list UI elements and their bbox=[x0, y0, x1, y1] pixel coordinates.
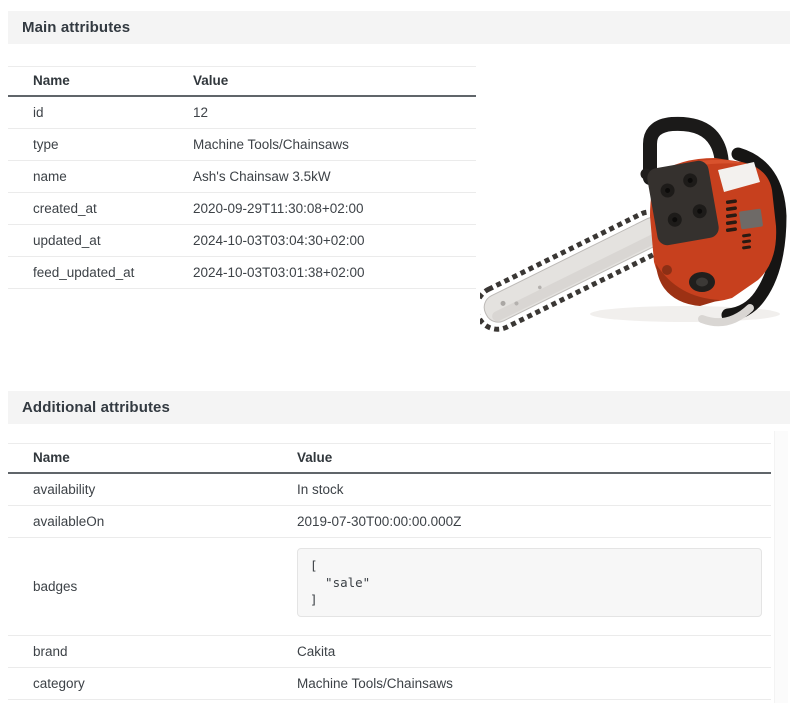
attribute-value: 2020-09-29T11:30:08+02:00 bbox=[168, 193, 476, 225]
attribute-name: category bbox=[8, 668, 272, 700]
attribute-name: availability bbox=[8, 473, 272, 506]
table-row: id12 bbox=[8, 96, 476, 129]
table-row: created_at2020-09-29T11:30:08+02:00 bbox=[8, 193, 476, 225]
column-header-name: Name bbox=[8, 67, 168, 97]
table-row: categoryMachine Tools/Chainsaws bbox=[8, 668, 771, 700]
product-attributes-page: Main attributes Name Value id12typeMachi… bbox=[0, 11, 800, 703]
attribute-value: 2024-10-03T03:01:38+02:00 bbox=[168, 257, 476, 289]
table-row: feed_updated_at2024-10-03T03:01:38+02:00 bbox=[8, 257, 476, 289]
section-title-main: Main attributes bbox=[22, 19, 130, 36]
table-row: availableOn2019-07-30T00:00:00.000Z bbox=[8, 506, 771, 538]
section-header-additional: Additional attributes bbox=[8, 391, 790, 424]
main-attributes-section: Main attributes Name Value id12typeMachi… bbox=[0, 11, 800, 289]
attribute-name: type bbox=[8, 129, 168, 161]
table-row: badges [ "sale" ] bbox=[8, 538, 771, 636]
attribute-value: Ash's Chainsaw 3.5kW bbox=[168, 161, 476, 193]
attribute-name: badges bbox=[8, 538, 272, 636]
column-header-value: Value bbox=[272, 444, 771, 474]
chainsaw-illustration bbox=[480, 66, 800, 341]
attribute-value: Machine Tools/Chainsaws bbox=[272, 668, 771, 700]
attribute-name: name bbox=[8, 161, 168, 193]
attribute-value: Cakita bbox=[272, 636, 771, 668]
column-header-name: Name bbox=[8, 444, 272, 474]
attribute-name: brand bbox=[8, 636, 272, 668]
table-row: brandCakita bbox=[8, 636, 771, 668]
column-header-value: Value bbox=[168, 67, 476, 97]
attribute-name: feed_updated_at bbox=[8, 257, 168, 289]
attribute-value: 2019-07-30T00:00:00.000Z bbox=[272, 506, 771, 538]
table-row: nameAsh's Chainsaw 3.5kW bbox=[8, 161, 476, 193]
table-row: availabilityIn stock bbox=[8, 473, 771, 506]
attribute-value: [ "sale" ] bbox=[272, 538, 771, 636]
attribute-value: Machine Tools/Chainsaws bbox=[168, 129, 476, 161]
main-attributes-table: Name Value id12typeMachine Tools/Chainsa… bbox=[8, 66, 476, 289]
attribute-name: updated_at bbox=[8, 225, 168, 257]
table-header-row: Name Value bbox=[8, 444, 771, 474]
attribute-value: 12 bbox=[168, 96, 476, 129]
attribute-value: In stock bbox=[272, 473, 771, 506]
additional-attributes-section: Additional attributes Name Value availab… bbox=[0, 391, 800, 700]
table-row: typeMachine Tools/Chainsaws bbox=[8, 129, 476, 161]
table-header-row: Name Value bbox=[8, 67, 476, 97]
section-title-additional: Additional attributes bbox=[22, 399, 170, 416]
code-block: [ "sale" ] bbox=[297, 548, 762, 617]
section-header-main: Main attributes bbox=[8, 11, 790, 44]
attribute-name: availableOn bbox=[8, 506, 272, 538]
additional-attributes-table: Name Value availabilityIn stockavailable… bbox=[8, 443, 771, 700]
scrollbar[interactable] bbox=[774, 431, 788, 703]
attribute-name: created_at bbox=[8, 193, 168, 225]
attribute-name: id bbox=[8, 96, 168, 129]
product-image-chainsaw bbox=[480, 66, 800, 341]
table-row: updated_at2024-10-03T03:04:30+02:00 bbox=[8, 225, 476, 257]
attribute-value: 2024-10-03T03:04:30+02:00 bbox=[168, 225, 476, 257]
